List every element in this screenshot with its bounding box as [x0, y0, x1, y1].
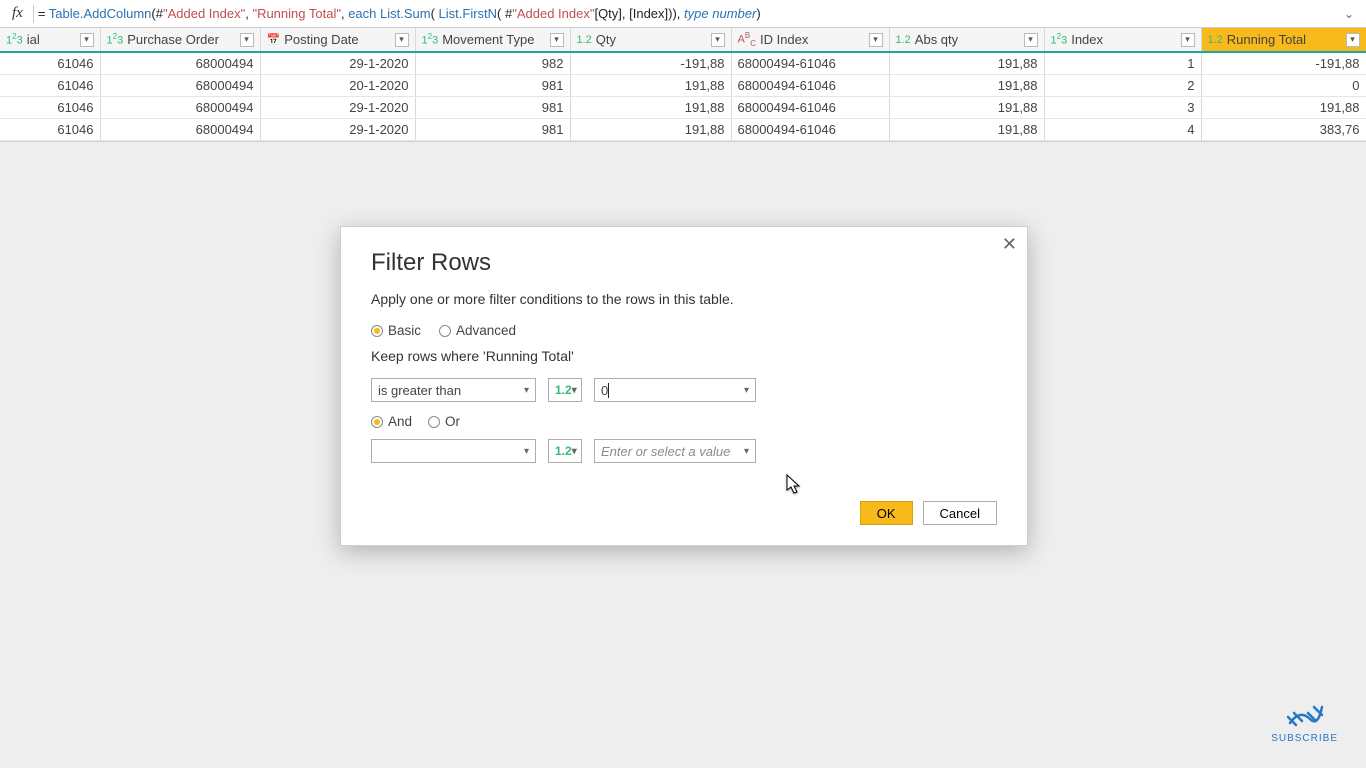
keep-rows-label: Keep rows where 'Running Total': [371, 348, 997, 364]
cell[interactable]: 191,88: [570, 118, 731, 140]
filter-dropdown-icon[interactable]: ▾: [1181, 33, 1195, 47]
filter-dropdown-icon[interactable]: ▾: [1346, 33, 1360, 47]
value-input-2[interactable]: ▾: [594, 439, 756, 463]
column-header-posting-date[interactable]: 📅Posting Date▾: [260, 28, 415, 52]
column-header-index[interactable]: 123Index▾: [1044, 28, 1201, 52]
column-header-running-total[interactable]: 1.2Running Total▾: [1201, 28, 1366, 52]
cell[interactable]: -191,88: [1201, 52, 1366, 74]
filter-dropdown-icon[interactable]: ▾: [1024, 33, 1038, 47]
radio-and[interactable]: And: [371, 414, 412, 429]
filter-dropdown-icon[interactable]: ▾: [395, 33, 409, 47]
cell[interactable]: 191,88: [1201, 96, 1366, 118]
filter-dropdown-icon[interactable]: ▾: [711, 33, 725, 47]
dialog-title: Filter Rows: [371, 249, 997, 277]
cell[interactable]: 68000494-61046: [731, 52, 889, 74]
cell[interactable]: 191,88: [570, 74, 731, 96]
cell[interactable]: 2: [1044, 74, 1201, 96]
cell[interactable]: 191,88: [570, 96, 731, 118]
cell[interactable]: 191,88: [889, 52, 1044, 74]
formula-bar: fx = Table.AddColumn(#"Added Index", "Ru…: [0, 0, 1366, 28]
cell[interactable]: 68000494: [100, 118, 260, 140]
cell[interactable]: 68000494: [100, 52, 260, 74]
filter-dropdown-icon[interactable]: ▾: [80, 33, 94, 47]
column-header-id-index[interactable]: ABCID Index▾: [731, 28, 889, 52]
close-icon[interactable]: ✕: [1002, 235, 1017, 253]
formula-expand-icon[interactable]: ⌄: [1338, 7, 1360, 21]
table-row[interactable]: 610466800049429-1-2020981191,8868000494-…: [0, 118, 1366, 140]
value-input-1[interactable]: 0▾: [594, 378, 756, 402]
radio-basic[interactable]: Basic: [371, 323, 421, 338]
divider: [33, 5, 34, 23]
mode-radio-row: Basic Advanced: [371, 323, 997, 338]
cell[interactable]: 981: [415, 96, 570, 118]
cell[interactable]: 191,88: [889, 74, 1044, 96]
table-row[interactable]: 610466800049429-1-2020981191,8868000494-…: [0, 96, 1366, 118]
column-header-purchase-order[interactable]: 123Purchase Order▾: [100, 28, 260, 52]
ok-button[interactable]: OK: [860, 501, 913, 525]
dialog-description: Apply one or more filter conditions to t…: [371, 291, 997, 307]
cell[interactable]: 61046: [0, 52, 100, 74]
operator-select-2[interactable]: ▾: [371, 439, 536, 463]
type-select-2[interactable]: 1.2▾: [548, 439, 582, 463]
cell[interactable]: 4: [1044, 118, 1201, 140]
cell[interactable]: 68000494: [100, 96, 260, 118]
cell[interactable]: 29-1-2020: [260, 96, 415, 118]
cell[interactable]: 68000494-61046: [731, 96, 889, 118]
data-table: 123ial▾123Purchase Order▾📅Posting Date▾1…: [0, 28, 1366, 142]
cell[interactable]: -191,88: [570, 52, 731, 74]
cell[interactable]: 191,88: [889, 96, 1044, 118]
fx-icon: fx: [12, 5, 23, 22]
column-header-movement-type[interactable]: 123Movement Type▾: [415, 28, 570, 52]
cell[interactable]: 61046: [0, 118, 100, 140]
formula-text[interactable]: = Table.AddColumn(#"Added Index", "Runni…: [38, 6, 1338, 22]
cell[interactable]: 981: [415, 118, 570, 140]
column-header-ial[interactable]: 123ial▾: [0, 28, 100, 52]
filter-dropdown-icon[interactable]: ▾: [550, 33, 564, 47]
logic-radio-row: And Or: [371, 414, 997, 429]
filter-condition-1: is greater than▾ 1.2▾ 0▾: [371, 378, 997, 402]
cell[interactable]: 3: [1044, 96, 1201, 118]
cell[interactable]: 61046: [0, 74, 100, 96]
cell[interactable]: 981: [415, 74, 570, 96]
cell[interactable]: 29-1-2020: [260, 52, 415, 74]
cell[interactable]: 68000494-61046: [731, 118, 889, 140]
cell[interactable]: 68000494: [100, 74, 260, 96]
table-row[interactable]: 610466800049429-1-2020982-191,8868000494…: [0, 52, 1366, 74]
cell[interactable]: 982: [415, 52, 570, 74]
cancel-button[interactable]: Cancel: [923, 501, 997, 525]
subscribe-watermark: SUBSCRIBE: [1271, 697, 1338, 744]
filter-dropdown-icon[interactable]: ▾: [240, 33, 254, 47]
cell[interactable]: 1: [1044, 52, 1201, 74]
radio-or[interactable]: Or: [428, 414, 460, 429]
cell[interactable]: 0: [1201, 74, 1366, 96]
cell[interactable]: 61046: [0, 96, 100, 118]
column-header-abs-qty[interactable]: 1.2Abs qty▾: [889, 28, 1044, 52]
cell[interactable]: 20-1-2020: [260, 74, 415, 96]
cell[interactable]: 191,88: [889, 118, 1044, 140]
cell[interactable]: 383,76: [1201, 118, 1366, 140]
column-header-qty[interactable]: 1.2Qty▾: [570, 28, 731, 52]
cell[interactable]: 29-1-2020: [260, 118, 415, 140]
type-select-1[interactable]: 1.2▾: [548, 378, 582, 402]
cell[interactable]: 68000494-61046: [731, 74, 889, 96]
filter-rows-dialog: ✕ Filter Rows Apply one or more filter c…: [340, 226, 1028, 546]
filter-condition-2: ▾ 1.2▾ ▾: [371, 439, 997, 463]
operator-select-1[interactable]: is greater than▾: [371, 378, 536, 402]
table-row[interactable]: 610466800049420-1-2020981191,8868000494-…: [0, 74, 1366, 96]
filter-dropdown-icon[interactable]: ▾: [869, 33, 883, 47]
radio-advanced[interactable]: Advanced: [439, 323, 516, 338]
